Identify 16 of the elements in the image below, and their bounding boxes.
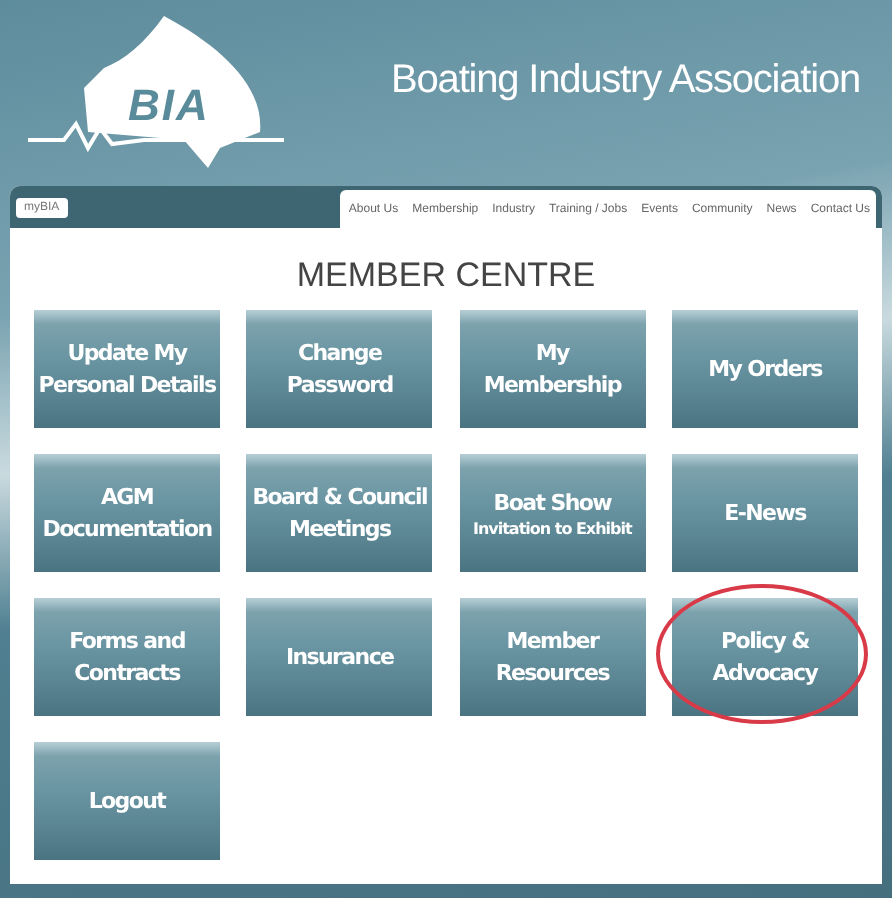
menu-tile[interactable]: Change Password: [246, 310, 433, 428]
menu-tile[interactable]: My Orders: [671, 310, 858, 428]
menu-tile[interactable]: Insurance: [246, 598, 433, 716]
menu-tile[interactable]: E-News: [671, 454, 858, 572]
menu-tile[interactable]: Board & Council Meetings: [246, 454, 433, 572]
site-title: Boating Industry Association: [391, 58, 860, 104]
menu-tile[interactable]: My Membership: [459, 310, 646, 428]
page-heading: MEMBER CENTRE: [294, 256, 598, 296]
menu-tile[interactable]: Member Resources: [459, 598, 646, 716]
menu-tile[interactable]: Boat Show Invitation to Exhibit: [459, 454, 646, 572]
menu-tile[interactable]: Policy & Advocacy: [671, 598, 858, 716]
menu-tile[interactable]: AGM Documentation: [34, 454, 220, 572]
menu-tile[interactable]: Update My Personal Details: [34, 310, 220, 428]
logo-text: BIA: [128, 80, 210, 132]
menu-tile[interactable]: Forms and Contracts: [34, 598, 220, 716]
menu-tile[interactable]: Logout: [34, 742, 220, 860]
